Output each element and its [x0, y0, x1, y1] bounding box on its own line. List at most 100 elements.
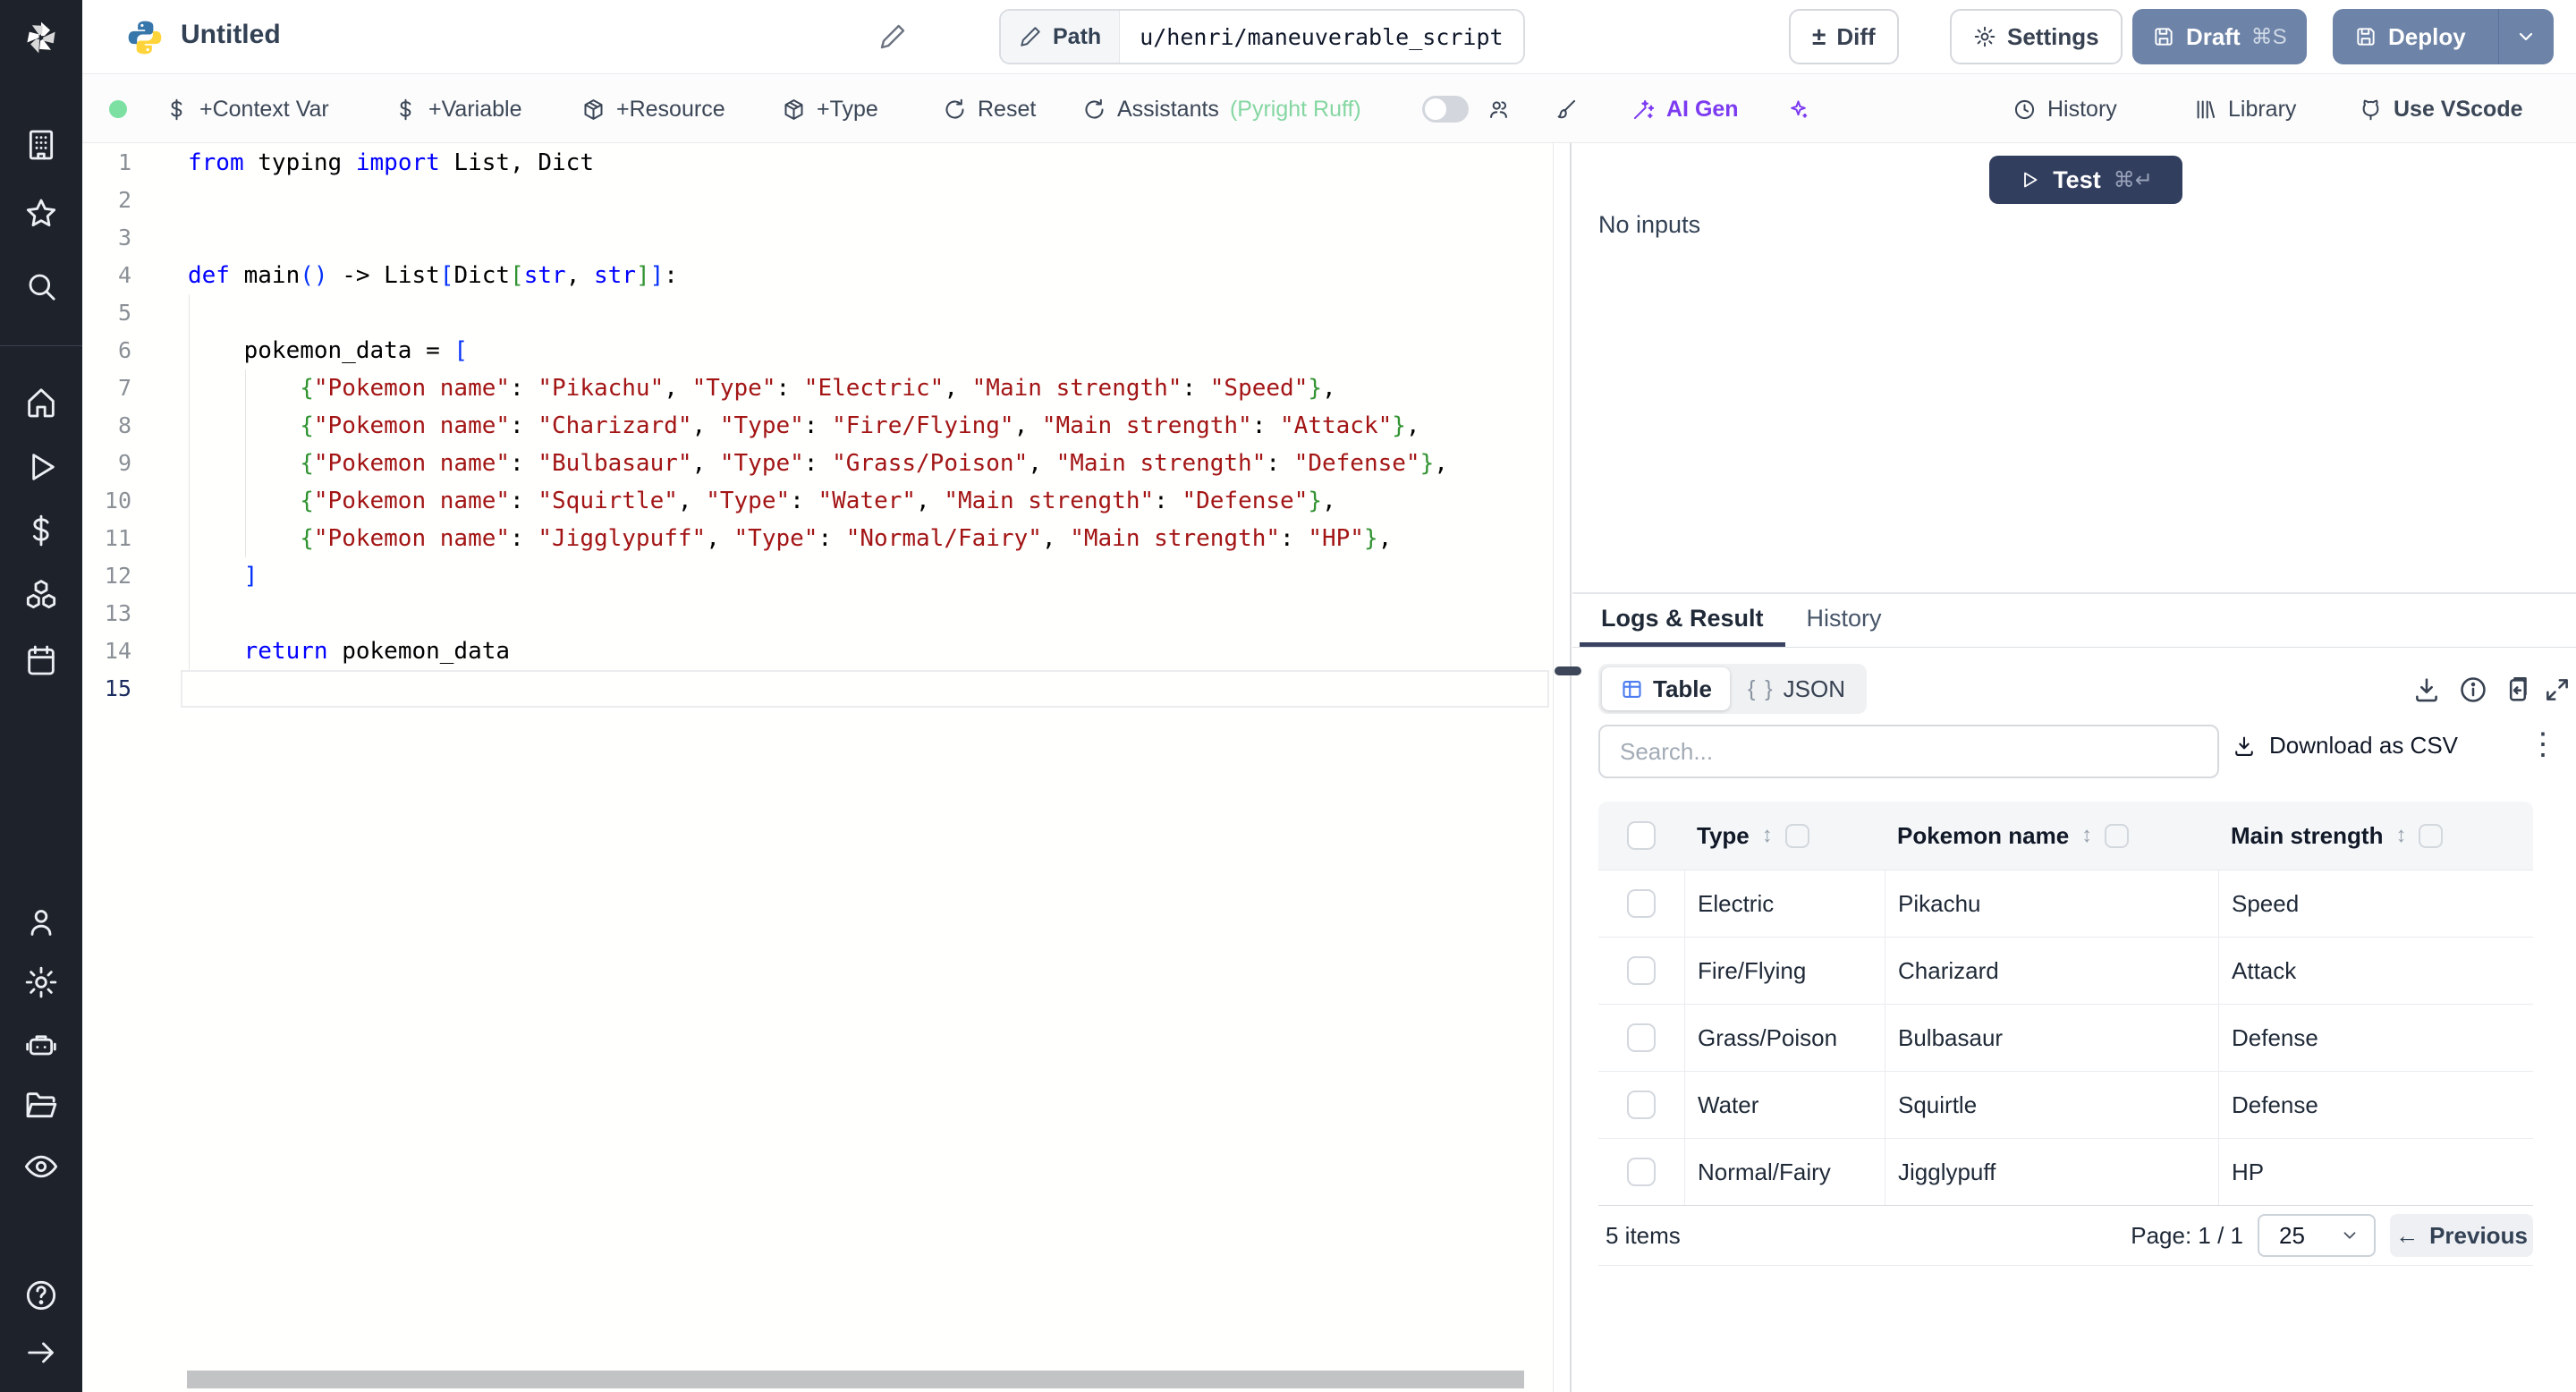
editor-line-15[interactable]: 15 [82, 670, 1553, 708]
row-checkbox[interactable] [1627, 1023, 1656, 1052]
select-all-checkbox[interactable] [1627, 821, 1656, 850]
tab-logs-result[interactable]: Logs & Result [1580, 594, 1785, 647]
add-variable-button[interactable]: +Variable [394, 75, 521, 143]
info-icon[interactable] [2458, 675, 2488, 705]
multiplayer-toggle[interactable] [1422, 96, 1469, 123]
line-number: 6 [117, 337, 131, 363]
path-label-section[interactable]: Path [1001, 11, 1121, 63]
ai-sparkle-button[interactable] [1786, 75, 1810, 143]
editor-horizontal-scrollbar[interactable] [187, 1371, 1524, 1388]
edit-title-pencil-icon[interactable] [878, 22, 907, 51]
editor-line-1[interactable]: 1 from typing import List, Dict [82, 144, 1553, 182]
editor-line-14[interactable]: 14 return pokemon_data [82, 632, 1553, 670]
table-row[interactable]: Normal/Fairy Jigglypuff HP [1598, 1138, 2533, 1205]
test-button[interactable]: Test ⌘↵ [1989, 156, 2182, 204]
ai-gen-button[interactable]: AI Gen [1631, 75, 1739, 143]
editor-line-3[interactable]: 3 [82, 219, 1553, 257]
sort-icon[interactable]: ↕ [2081, 823, 2092, 848]
sidebar-building-icon[interactable] [23, 127, 59, 163]
editor-line-10[interactable]: 10 {"Pokemon name": "Squirtle", "Type": … [82, 482, 1553, 520]
editor-line-4[interactable]: 4 def main() -> List[Dict[str, str]]: [82, 257, 1553, 294]
code-text: ] [243, 563, 258, 590]
row-checkbox[interactable] [1627, 956, 1656, 985]
sidebar-gear-icon[interactable] [23, 964, 59, 1000]
download-result-icon[interactable] [2411, 675, 2442, 705]
panel-split-drag-handle[interactable] [1555, 666, 1581, 675]
add-type-button[interactable]: +Type [782, 75, 878, 143]
draft-button[interactable]: Draft ⌘S [2132, 9, 2307, 64]
sort-icon[interactable]: ↕ [2395, 823, 2406, 848]
expand-icon[interactable] [2542, 675, 2572, 705]
column-filter-checkbox[interactable] [1784, 823, 1809, 848]
add-resource-button[interactable]: +Resource [581, 75, 725, 143]
sidebar-dollar-icon[interactable] [23, 513, 59, 548]
sidebar-robot-icon[interactable] [23, 1027, 59, 1063]
windmill-logo[interactable] [0, 0, 82, 74]
table-cell: HP [2218, 1139, 2533, 1205]
view-toggle-json[interactable]: { } JSON [1730, 667, 1863, 710]
code-editor[interactable]: 1 from typing import List, Dict 2 3 4 def mai… [82, 143, 1553, 1392]
diff-button[interactable]: ± Diff [1789, 9, 1899, 64]
editor-line-11[interactable]: 11 {"Pokemon name": "Jigglypuff", "Type"… [82, 520, 1553, 557]
sidebar-help-icon[interactable] [23, 1277, 59, 1313]
sidebar-play-icon[interactable] [23, 449, 59, 485]
editor-line-13[interactable]: 13 [82, 595, 1553, 632]
editor-line-9[interactable]: 9 {"Pokemon name": "Bulbasaur", "Type": … [82, 445, 1553, 482]
search-input[interactable] [1598, 725, 2219, 778]
panel-split-divider[interactable] [1570, 143, 1572, 1392]
sidebar-arrow-right-icon[interactable] [23, 1335, 59, 1371]
reset-button[interactable]: Reset [943, 75, 1036, 143]
table-row[interactable]: Water Squirtle Defense [1598, 1071, 2533, 1138]
left-sidebar [0, 0, 82, 1392]
sidebar-folder-icon[interactable] [23, 1088, 59, 1124]
library-button[interactable]: Library [2193, 75, 2296, 143]
page-size-select[interactable]: 25 [2258, 1214, 2376, 1257]
column-header-label[interactable]: Main strength [2231, 822, 2383, 850]
column-header-label[interactable]: Pokemon name [1897, 822, 2069, 850]
sidebar-calendar-icon[interactable] [23, 642, 59, 678]
sidebar-user-icon[interactable] [23, 904, 59, 940]
tab-history[interactable]: History [1785, 594, 1903, 647]
settings-button[interactable]: Settings [1950, 9, 2123, 64]
download-csv-button[interactable]: Download as CSV [2232, 732, 2458, 760]
sort-icon[interactable]: ↕ [1762, 823, 1773, 848]
row-checkbox[interactable] [1627, 1158, 1656, 1186]
column-header-label[interactable]: Type [1697, 822, 1750, 850]
table-row[interactable]: Grass/Poison Bulbasaur Defense [1598, 1004, 2533, 1071]
table-row[interactable]: Electric Pikachu Speed [1598, 870, 2533, 937]
assistants-button[interactable]: Assistants (Pyright Ruff) [1082, 75, 1361, 143]
previous-page-button[interactable]: ← Previous [2390, 1214, 2533, 1257]
sidebar-home-icon[interactable] [23, 385, 59, 420]
sidebar-search-icon[interactable] [23, 268, 59, 304]
deploy-button[interactable]: Deploy [2333, 9, 2554, 64]
editor-line-12[interactable]: 12 ] [82, 557, 1553, 595]
path-label: Path [1053, 23, 1102, 49]
view-toggle-table[interactable]: Table [1602, 667, 1730, 710]
row-checkbox[interactable] [1627, 889, 1656, 918]
editor-line-8[interactable]: 8 {"Pokemon name": "Charizard", "Type": … [82, 407, 1553, 445]
add-context-var-button[interactable]: +Context Var [165, 75, 329, 143]
add-type-label: +Type [817, 96, 878, 122]
sidebar-star-icon[interactable] [23, 196, 59, 232]
format-brush-button[interactable] [1554, 75, 1578, 143]
play-icon [2024, 172, 2038, 188]
column-filter-checkbox[interactable] [2419, 823, 2444, 848]
copy-result-icon[interactable] [2503, 675, 2533, 705]
editor-line-2[interactable]: 2 [82, 182, 1553, 219]
table-row[interactable]: Fire/Flying Charizard Attack [1598, 937, 2533, 1004]
toolbar-history-button[interactable]: History [2012, 75, 2117, 143]
multiplayer-users-button[interactable] [1487, 75, 1511, 143]
editor-line-6[interactable]: 6 pokemon_data = [ [82, 332, 1553, 369]
row-checkbox[interactable] [1627, 1091, 1656, 1119]
column-filter-checkbox[interactable] [2105, 823, 2130, 848]
editor-line-7[interactable]: 7 {"Pokemon name": "Pikachu", "Type": "E… [82, 369, 1553, 407]
sidebar-cubes-icon[interactable] [23, 577, 59, 613]
use-vscode-button[interactable]: Use VScode [2359, 75, 2523, 143]
path-value[interactable]: u/henri/maneuverable_script [1120, 11, 1522, 63]
diff-icon: ± [1812, 22, 1826, 50]
sidebar-eye-icon[interactable] [23, 1149, 59, 1184]
table-menu-kebab[interactable]: ⋮ [2519, 726, 2567, 762]
reset-label: Reset [978, 96, 1037, 122]
deploy-dropdown[interactable] [2497, 9, 2554, 64]
editor-line-5[interactable]: 5 [82, 294, 1553, 332]
